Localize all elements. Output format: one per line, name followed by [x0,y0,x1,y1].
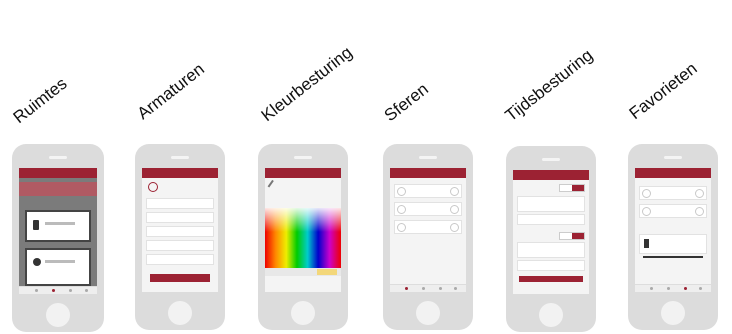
form-field[interactable] [146,226,214,237]
label-tijdsbesturing: Tijdsbesturing [501,45,597,126]
speaker [171,156,189,159]
favorite-row[interactable] [639,204,707,218]
time-picker[interactable] [517,242,585,258]
home-button[interactable] [168,301,192,325]
screen-tijdsbesturing [513,170,589,294]
tab-dot[interactable] [438,287,442,290]
speaker [542,158,560,161]
favorite-row[interactable] [639,186,707,200]
tab-dot[interactable] [84,289,88,292]
speaker [419,156,437,159]
lamp-icon [644,239,649,248]
phone-sferen [383,144,473,330]
save-button[interactable] [519,276,583,282]
form-field[interactable] [146,198,214,209]
time-picker[interactable] [517,196,585,212]
lamp-card[interactable] [25,248,91,286]
lamp-icon [33,220,39,230]
scene-icon [642,189,651,198]
form-field[interactable] [146,254,214,265]
label-sferen: Sferen [380,79,432,126]
label-favorieten: Favorieten [625,58,701,124]
scene-row[interactable] [394,220,462,234]
switch-on [572,185,584,191]
phone-favorieten [628,144,718,330]
form-field[interactable] [146,240,214,251]
toggle-icon[interactable] [450,187,459,196]
room-header [19,182,97,196]
scene-icon [397,223,406,232]
screen-sferen [390,168,466,292]
app-bar [513,170,589,180]
brush-icon [267,179,281,193]
speaker [294,156,312,159]
on-off-switch[interactable] [559,184,585,192]
tab-bar [19,286,97,294]
tab-dot[interactable] [683,287,687,290]
phone-armaturen [135,144,225,330]
save-button[interactable] [150,274,210,282]
phone-tijdsbesturing [506,146,596,332]
tab-dot[interactable] [421,287,425,290]
tab-dot[interactable] [698,287,702,290]
scene-icon [397,187,406,196]
speaker [49,156,67,159]
fixture-icon [148,182,158,192]
lamp-label-placeholder [45,260,75,263]
color-picker[interactable] [265,208,341,268]
app-bar [635,168,711,178]
bulb-icon [33,258,41,266]
tab-dot[interactable] [34,289,38,292]
home-button[interactable] [291,301,315,325]
dimmer-slider[interactable] [643,256,703,258]
tab-dot[interactable] [650,287,654,290]
switch-on [572,233,584,239]
tab-dot[interactable] [68,289,72,292]
favorite-lamp-row[interactable] [639,234,707,254]
app-bar [265,168,341,178]
tab-dot[interactable] [405,287,409,290]
toggle-icon[interactable] [450,205,459,214]
phone-kleurbesturing [258,144,348,330]
screen-favorieten [635,168,711,292]
toggle-icon[interactable] [695,207,704,216]
tab-dot[interactable] [666,287,670,290]
form-field[interactable] [146,212,214,223]
label-armaturen: Armaturen [133,59,208,124]
speaker [664,156,682,159]
scene-row[interactable] [394,202,462,216]
screen-armaturen [142,168,218,292]
scene-icon [642,207,651,216]
home-button[interactable] [46,303,70,327]
home-button[interactable] [539,303,563,327]
label-kleurbesturing: Kleurbesturing [257,42,356,126]
app-bar [390,168,466,178]
form-field[interactable] [517,214,585,225]
home-button[interactable] [661,301,685,325]
lamp-label-placeholder [45,222,75,225]
tab-bar [635,284,711,292]
app-bar [142,168,218,178]
tab-dot[interactable] [453,287,457,290]
tab-bar [390,284,466,292]
form-field[interactable] [517,260,585,271]
screen-kleurbesturing [265,168,341,292]
phone-ruimtes [12,144,104,332]
toggle-icon[interactable] [450,223,459,232]
screen-ruimtes [19,168,97,294]
label-ruimtes: Ruimtes [9,73,71,128]
scene-row[interactable] [394,184,462,198]
toggle-icon[interactable] [695,189,704,198]
tab-dot[interactable] [51,289,55,292]
scene-icon [397,205,406,214]
selected-swatch[interactable] [317,269,337,275]
lamp-card[interactable] [25,210,91,242]
app-bar [19,168,97,178]
home-button[interactable] [416,301,440,325]
on-off-switch[interactable] [559,232,585,240]
